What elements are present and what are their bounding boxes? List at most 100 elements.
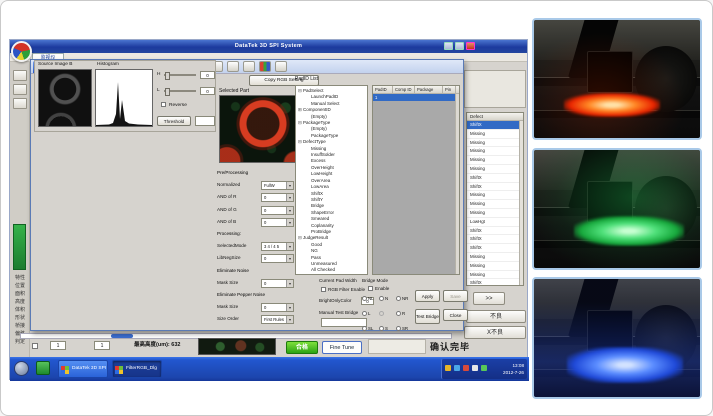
measure-icon[interactable]: [227, 61, 239, 72]
pass-button[interactable]: 合格: [286, 341, 318, 354]
tree-item-label: ProBridge: [311, 229, 331, 234]
bridge-direction-radio[interactable]: SR: [396, 326, 413, 331]
start-button[interactable]: [14, 361, 29, 376]
fine-tune-button[interactable]: Fine Tune: [322, 341, 362, 354]
test-bridge-button[interactable]: Test Bridge: [415, 309, 440, 324]
bridge-enable-checkbox[interactable]: [368, 286, 373, 291]
status-value-1[interactable]: 1: [50, 341, 66, 350]
param-select[interactable]: 0: [261, 254, 294, 263]
clock-date: 2012-7-26: [503, 369, 524, 376]
defect-row[interactable]: Missing: [467, 253, 523, 262]
defect-row[interactable]: Missing: [467, 139, 523, 148]
param-select[interactable]: First Rules: [261, 315, 294, 324]
param-select[interactable]: 0: [261, 206, 294, 215]
rgb-filter-enable-option[interactable]: RGB Filter Enable: [321, 287, 365, 292]
param-select[interactable]: 3 4 / 4 5: [261, 242, 294, 251]
more-button[interactable]: >>: [473, 292, 505, 305]
bridge-direction-label: L: [368, 311, 370, 316]
taskbar-item-spi[interactable]: DataTek 3D SPI ...: [58, 360, 108, 378]
reverse-checkbox[interactable]: [161, 102, 166, 107]
close-button[interactable]: [466, 42, 475, 50]
defect-row[interactable]: ShiftX: [467, 227, 523, 236]
save-button[interactable]: Save: [443, 290, 468, 302]
reverse-option[interactable]: Reverse: [161, 102, 217, 108]
tree-item-label: JudgeResult: [303, 235, 328, 240]
minimize-button[interactable]: [444, 42, 453, 50]
tray-icon[interactable]: [463, 365, 469, 371]
defect-row[interactable]: ShiftX: [467, 121, 523, 130]
h-slider[interactable]: [164, 74, 196, 76]
left-tool-button[interactable]: [13, 70, 27, 81]
source-image-label: Source Image B: [38, 62, 72, 67]
tray-icon[interactable]: [445, 365, 451, 371]
defect-row[interactable]: Missing: [467, 271, 523, 280]
defect-row[interactable]: Missing: [467, 156, 523, 165]
apply-button[interactable]: Apply: [415, 290, 440, 302]
threshold-button[interactable]: Threshold: [157, 116, 191, 126]
defect-row[interactable]: Missing: [467, 147, 523, 156]
defect-row[interactable]: Missing: [467, 191, 523, 200]
tree-item[interactable]: All Checked: [298, 267, 367, 273]
bridge-direction-radio[interactable]: NR: [396, 296, 413, 301]
param-select[interactable]: 0: [261, 303, 294, 312]
l-value[interactable]: 0: [200, 87, 215, 95]
defect-row[interactable]: ShiftX: [467, 244, 523, 253]
radio-icon: [379, 296, 384, 301]
scrollbar-handle[interactable]: [111, 334, 133, 338]
source-channel-image: [38, 69, 92, 127]
palette-icon[interactable]: [259, 61, 271, 72]
defect-row[interactable]: Missing: [467, 165, 523, 174]
rgb-filter-checkbox[interactable]: [321, 287, 326, 292]
param-select[interactable]: FullW: [261, 181, 294, 190]
bridge-direction-radio[interactable]: [379, 311, 396, 316]
defect-row[interactable]: LowHgt: [467, 218, 523, 227]
tray-icon[interactable]: [481, 365, 487, 371]
tray-icon[interactable]: [454, 365, 460, 371]
left-tool-button[interactable]: [13, 84, 27, 95]
manual-test-bridge-input[interactable]: [321, 318, 367, 327]
ng-button[interactable]: 不良: [466, 310, 526, 323]
h-slider-thumb[interactable]: [165, 72, 170, 80]
main-window-titlebar: DataTek 3D SPI System: [10, 40, 527, 53]
l-slider[interactable]: [164, 90, 196, 92]
status-checkbox[interactable]: [32, 343, 38, 349]
tray-icon[interactable]: [472, 365, 478, 371]
defect-scrollbar[interactable]: [519, 121, 523, 285]
brush-icon[interactable]: [243, 61, 255, 72]
defect-row[interactable]: ShiftX: [467, 235, 523, 244]
param-select[interactable]: 0: [261, 193, 294, 202]
threshold-value[interactable]: [195, 116, 215, 126]
defect-row[interactable]: ShiftX: [467, 174, 523, 183]
defect-row[interactable]: ShiftX: [467, 183, 523, 192]
maximize-button[interactable]: [455, 42, 464, 50]
quick-launch-icon[interactable]: [36, 361, 50, 375]
light-tint-overlay: [534, 20, 700, 138]
bridge-direction-radio[interactable]: NL: [362, 296, 379, 301]
status-value-2[interactable]: 1: [94, 341, 110, 350]
param-select[interactable]: 0: [261, 279, 294, 288]
defect-row[interactable]: Missing: [467, 130, 523, 139]
defect-row[interactable]: Missing: [467, 200, 523, 209]
pad-table-row[interactable]: 1: [373, 94, 459, 101]
help-icon[interactable]: [275, 61, 287, 72]
defect-row[interactable]: Missing: [467, 262, 523, 271]
bridge-enable-option[interactable]: Enable: [368, 286, 389, 291]
ng-all-button[interactable]: X不良: [464, 326, 526, 339]
defect-row[interactable]: ShiftX: [467, 279, 523, 286]
param-select[interactable]: 0: [261, 218, 294, 227]
manual-test-bridge-label: Manual Test Bridge: [319, 310, 358, 315]
bridge-direction-radio[interactable]: SL: [362, 326, 379, 331]
bridge-direction-radio[interactable]: S: [379, 326, 396, 331]
l-slider-thumb[interactable]: [165, 88, 170, 96]
pad-table-scrollbar[interactable]: [455, 94, 459, 274]
close-dialog-button[interactable]: Close: [443, 309, 468, 321]
param-label: AND of G: [217, 207, 237, 212]
bridge-direction-radio[interactable]: R: [396, 311, 413, 316]
bridge-direction-radio[interactable]: L: [362, 311, 379, 316]
bridge-direction-radio[interactable]: N: [379, 296, 396, 301]
h-value[interactable]: 0: [200, 71, 215, 79]
taskbar-item-filter-dialog[interactable]: FilterRGB_Dlg: [112, 360, 162, 378]
left-tool-button[interactable]: [13, 98, 27, 109]
defect-row[interactable]: Missing: [467, 209, 523, 218]
tree-item-label: ComponentID: [303, 107, 331, 112]
